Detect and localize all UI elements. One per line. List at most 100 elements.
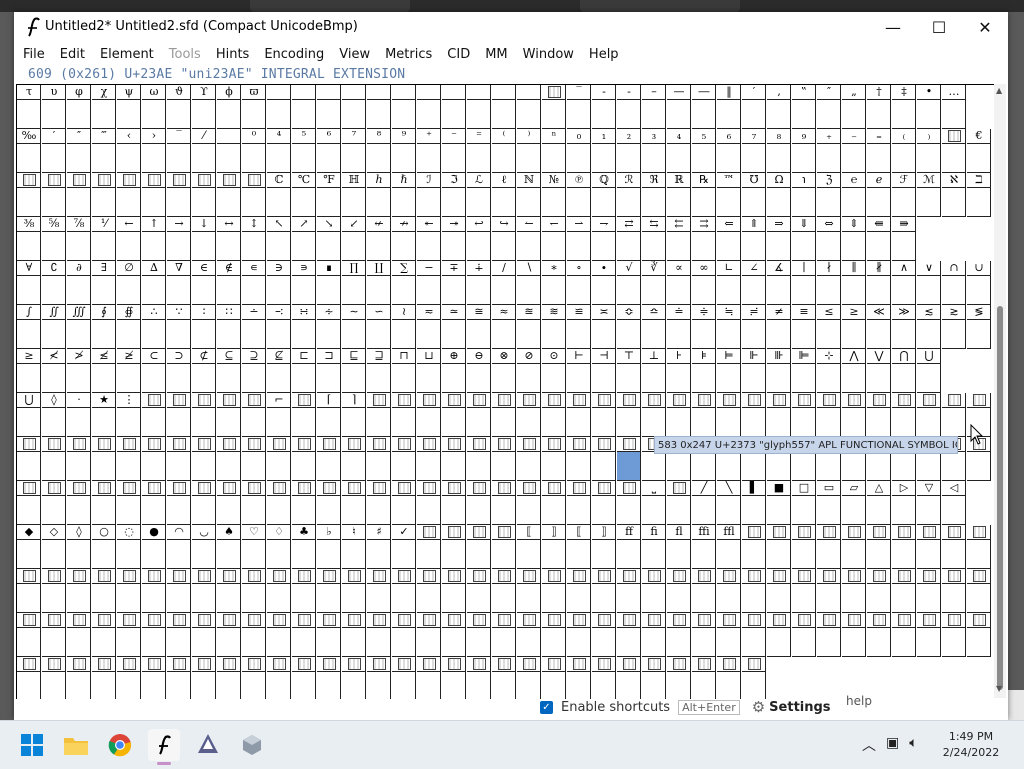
glyph-cell[interactable]: ◁ xyxy=(942,481,966,525)
glyph-cell[interactable] xyxy=(417,569,441,613)
glyph-cell[interactable] xyxy=(492,525,516,569)
glyph-cell[interactable]: fl xyxy=(667,525,691,569)
glyph-cell[interactable]: ≤ xyxy=(817,305,841,349)
glyph-cell[interactable]: ℯ xyxy=(867,173,891,217)
glyph-cell[interactable] xyxy=(17,437,41,481)
glyph-cell[interactable]: › xyxy=(142,129,166,173)
glyph-cell[interactable] xyxy=(617,437,641,481)
glyph-cell[interactable] xyxy=(92,481,116,525)
settings-button[interactable]: Settings xyxy=(769,700,830,715)
glyph-cell[interactable]: ϖ xyxy=(242,85,266,129)
glyph-cell[interactable]: ⇚ xyxy=(867,217,891,261)
glyph-cell[interactable]: ∝ xyxy=(667,261,691,305)
glyph-cell[interactable]: ‚ xyxy=(767,85,791,129)
glyph-cell[interactable]: ∂ xyxy=(67,261,91,305)
glyph-cell[interactable]: ∎ xyxy=(317,261,341,305)
glyph-cell[interactable]: ↕ xyxy=(242,217,266,261)
glyph-cell[interactable]: ℶ xyxy=(967,173,991,217)
menu-view[interactable]: View xyxy=(333,47,376,62)
glyph-cell[interactable] xyxy=(267,437,291,481)
glyph-cell[interactable]: ∞ xyxy=(692,261,716,305)
glyph-cell[interactable] xyxy=(392,657,416,699)
glyph-cell[interactable]: ⊩ xyxy=(742,349,766,393)
menu-hints[interactable]: Hints xyxy=(210,47,256,62)
glyph-cell[interactable] xyxy=(117,613,141,657)
glyph-cell[interactable] xyxy=(242,569,266,613)
glyph-cell[interactable]: ↪ xyxy=(492,217,516,261)
glyph-cell[interactable] xyxy=(792,393,816,437)
glyph-cell[interactable]: ∶ xyxy=(192,305,216,349)
glyph-cell[interactable]: ≒ xyxy=(717,305,741,349)
glyph-cell[interactable]: ⁄ xyxy=(192,129,216,173)
glyph-cell[interactable]: ∹ xyxy=(267,305,291,349)
glyph-cell[interactable]: ⊈ xyxy=(267,349,291,393)
glyph-cell[interactable] xyxy=(417,613,441,657)
glyph-cell[interactable] xyxy=(567,481,591,525)
glyph-cell[interactable] xyxy=(842,613,866,657)
glyph-cell[interactable] xyxy=(767,613,791,657)
network-icon[interactable]: ▣ xyxy=(886,735,899,755)
glyph-cell[interactable] xyxy=(617,657,641,699)
glyph-cell[interactable] xyxy=(542,613,566,657)
glyph-cell[interactable]: ⊐ xyxy=(317,349,341,393)
close-button[interactable]: ✕ xyxy=(962,12,1008,42)
glyph-cell[interactable]: ★ xyxy=(92,393,116,437)
glyph-cell[interactable]: · xyxy=(67,393,91,437)
glyph-cell[interactable]: □ xyxy=(792,481,816,525)
glyph-cell[interactable]: ⟧ xyxy=(592,525,616,569)
menu-mm[interactable]: MM xyxy=(479,47,513,62)
glyph-cell[interactable]: ⁷ xyxy=(342,129,366,173)
glyph-cell[interactable]: ⇒ xyxy=(767,217,791,261)
glyph-cell[interactable]: ‾ xyxy=(167,129,191,173)
glyph-cell[interactable]: ⅟ xyxy=(92,217,116,261)
glyph-cell[interactable]: ≲ xyxy=(917,305,941,349)
glyph-cell[interactable]: ∑ xyxy=(392,261,416,305)
glyph-cell[interactable] xyxy=(842,569,866,613)
glyph-cell[interactable] xyxy=(67,173,91,217)
glyph-cell[interactable]: ♭ xyxy=(317,525,341,569)
glyph-cell[interactable]: ∪ xyxy=(967,261,991,305)
glyph-cell[interactable] xyxy=(567,613,591,657)
glyph-cell[interactable]: ♣ xyxy=(292,525,316,569)
glyph-cell[interactable]: ‡ xyxy=(892,85,916,129)
glyph-cell[interactable]: ▽ xyxy=(917,481,941,525)
glyph-cell[interactable] xyxy=(642,393,666,437)
glyph-cell[interactable] xyxy=(392,569,416,613)
glyph-cell[interactable]: ⊢ xyxy=(567,349,591,393)
glyph-cell[interactable]: ∆ xyxy=(142,261,166,305)
glyph-cell[interactable] xyxy=(617,569,641,613)
glyph-cell[interactable]: ⇁ xyxy=(592,217,616,261)
glyph-cell[interactable]: ‰ xyxy=(17,129,41,173)
glyph-cell[interactable] xyxy=(567,393,591,437)
glyph-cell[interactable]: ϒ xyxy=(192,85,216,129)
glyph-cell[interactable]: ⁹ xyxy=(392,129,416,173)
glyph-cell[interactable] xyxy=(567,657,591,699)
glyph-cell[interactable]: ff xyxy=(617,525,641,569)
glyph-cell[interactable] xyxy=(17,173,41,217)
glyph-cell[interactable]: ← xyxy=(117,217,141,261)
glyph-cell[interactable] xyxy=(267,481,291,525)
chevron-up-icon[interactable]: ︿ xyxy=(862,735,876,755)
glyph-cell[interactable]: ⁽ xyxy=(492,129,516,173)
glyph-cell[interactable]: ♠ xyxy=(217,525,241,569)
glyph-cell[interactable] xyxy=(217,437,241,481)
glyph-cell[interactable] xyxy=(167,569,191,613)
glyph-cell[interactable] xyxy=(492,657,516,699)
glyph-cell[interactable] xyxy=(592,481,616,525)
inkscape-icon[interactable] xyxy=(192,729,224,761)
glyph-cell[interactable]: ∨ xyxy=(917,261,941,305)
glyph-cell[interactable]: ‟ xyxy=(792,85,816,129)
menu-tools[interactable]: Tools xyxy=(163,47,207,62)
glyph-cell[interactable] xyxy=(517,437,541,481)
glyph-cell[interactable] xyxy=(517,613,541,657)
glyph-cell[interactable] xyxy=(217,657,241,699)
file-explorer-icon[interactable] xyxy=(60,729,92,761)
glyph-cell[interactable] xyxy=(942,613,966,657)
glyph-cell[interactable] xyxy=(592,437,616,481)
glyph-cell[interactable] xyxy=(592,657,616,699)
glyph-cell[interactable]: ∣ xyxy=(792,261,816,305)
glyph-cell[interactable] xyxy=(117,173,141,217)
glyph-cell[interactable]: ↚ xyxy=(367,217,391,261)
minimize-button[interactable]: — xyxy=(870,12,916,42)
glyph-cell[interactable] xyxy=(192,481,216,525)
